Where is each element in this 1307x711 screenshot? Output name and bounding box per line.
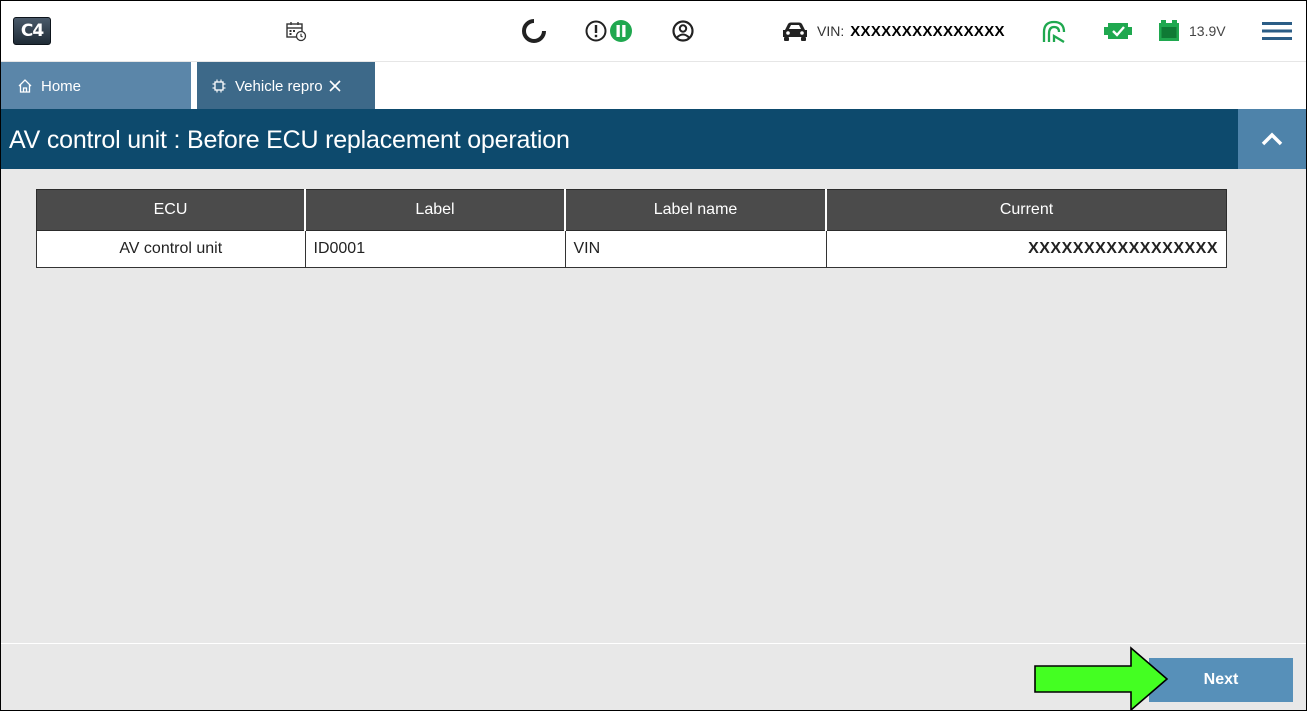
refresh-icon[interactable] [517,1,551,61]
battery-voltage: 13.9V [1189,23,1226,39]
user-icon[interactable] [669,1,697,61]
pointer-arrow-icon [1034,646,1169,710]
wireless-icon[interactable] [1037,1,1071,61]
footer-bar: Next [1,643,1306,710]
vin-display: VIN: XXXXXXXXXXXXXXX [781,1,1031,61]
alert-icon[interactable] [583,1,609,61]
tab-home[interactable]: Home [1,62,191,110]
chip-icon [212,79,226,93]
tab-vehicle-repro-label: Vehicle repro [235,77,323,95]
tab-vehicle-repro[interactable]: Vehicle repro [197,62,375,110]
column-header-label-name[interactable]: Label name [564,189,827,231]
close-icon[interactable] [327,78,351,94]
pause-icon[interactable] [608,1,634,61]
column-header-current[interactable]: Current [825,189,1227,231]
table-header-row: ECU Label Label name Current [36,189,1227,231]
vin-value: XXXXXXXXXXXXXXX [850,22,1005,40]
home-icon [18,79,32,93]
calendar-clock-icon[interactable] [281,1,311,61]
cell-current: XXXXXXXXXXXXXXXXX [825,230,1227,268]
status-bar: C4 VIN: XXXXXXXXXXXXXXX 13.9V [1,1,1306,61]
next-button[interactable]: Next [1149,658,1293,702]
chevron-up-icon [1261,132,1283,146]
tab-bar: Home Vehicle repro [1,61,1306,110]
battery-status: 13.9V [1157,1,1267,61]
menu-icon[interactable] [1257,1,1297,61]
table-row[interactable]: AV control unit ID0001 VIN XXXXXXXXXXXXX… [36,230,1227,268]
cell-ecu: AV control unit [36,230,306,268]
vi-status-icon[interactable] [1101,1,1135,61]
column-header-ecu[interactable]: ECU [36,189,306,231]
page-title: AV control unit : Before ECU replacement… [9,126,570,154]
column-header-label[interactable]: Label [304,189,566,231]
tab-home-label: Home [41,77,82,95]
vin-label: VIN: [817,23,845,39]
collapse-button[interactable] [1238,109,1306,169]
cell-label: ID0001 [304,230,566,268]
main-content: ECU Label Label name Current AV control … [1,169,1306,643]
page-title-bar: AV control unit : Before ECU replacement… [1,109,1306,169]
ecu-table: ECU Label Label name Current AV control … [36,189,1227,268]
app-window: C4 VIN: XXXXXXXXXXXXXXX 13.9V Home Vehic… [0,0,1307,711]
logo-icon: C4 [13,17,51,45]
battery-icon [1159,20,1179,41]
car-icon [783,22,807,41]
app-logo: C4 [12,1,52,61]
cell-label-name: VIN [564,230,827,268]
